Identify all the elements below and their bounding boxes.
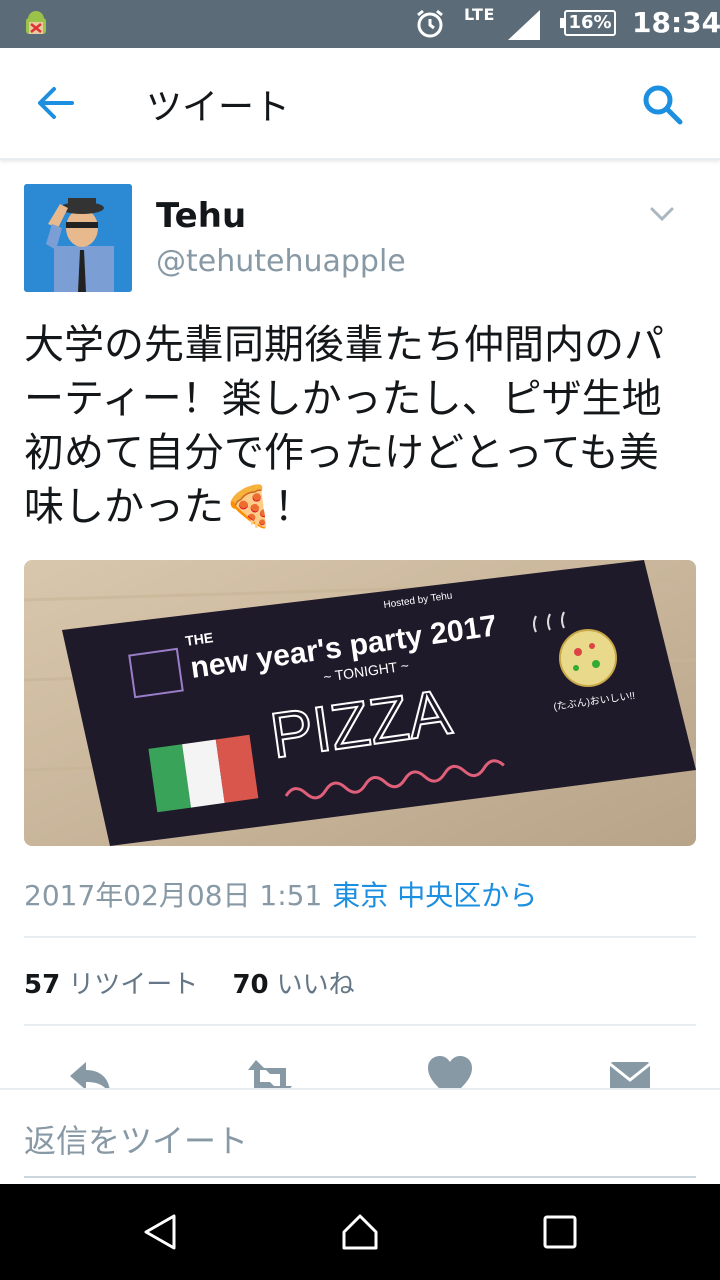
tweet-location-link[interactable]: 東京 中央区から	[332, 879, 537, 912]
like-count: 70	[232, 970, 269, 1000]
back-arrow-icon[interactable]	[30, 83, 80, 123]
user-display-name[interactable]: Tehu	[156, 196, 246, 236]
page-title: ツイート	[146, 87, 291, 128]
divider	[24, 1024, 696, 1026]
tweet-actions	[0, 1048, 720, 1088]
divider	[24, 936, 696, 938]
tweet-timestamp: 2017年02月08日 1:51	[24, 879, 323, 912]
engagement-counts: 57 リツイート 70 いいね	[24, 964, 381, 1001]
retweet-count-label: リツイート	[68, 970, 199, 1000]
network-type: LTE	[464, 5, 495, 24]
status-bar: LTE 16% 18:34	[0, 0, 720, 48]
user-handle[interactable]: @tehutehuapple	[156, 244, 406, 279]
party-invitation-image: THE Hosted by Tehu new year's party 2017…	[24, 560, 696, 846]
tweet-photo[interactable]: THE Hosted by Tehu new year's party 2017…	[24, 560, 696, 846]
battery-indicator: 16%	[560, 10, 616, 36]
like-heart-icon[interactable]	[426, 1054, 474, 1088]
nav-recents-icon[interactable]	[540, 1212, 580, 1252]
retweet-icon[interactable]	[246, 1054, 294, 1088]
search-icon[interactable]	[638, 80, 686, 128]
system-nav-bar	[0, 1184, 720, 1280]
android-debug-icon	[26, 11, 46, 34]
reply-icon[interactable]	[66, 1054, 114, 1088]
retweet-count: 57	[24, 970, 61, 1000]
tweet-meta: 2017年02月08日 1:51 東京 中央区から	[24, 874, 537, 914]
direct-message-icon[interactable]	[606, 1054, 654, 1088]
retweet-count-group[interactable]: 57 リツイート	[24, 970, 198, 1000]
app-header: ツイート	[0, 48, 720, 160]
reply-bar: 返信をツイート	[0, 1088, 720, 1186]
reply-input[interactable]: 返信をツイート	[24, 1116, 696, 1178]
like-count-label: いいね	[276, 970, 355, 1000]
nav-back-icon[interactable]	[140, 1212, 180, 1252]
nav-home-icon[interactable]	[340, 1212, 380, 1252]
chevron-down-icon[interactable]	[648, 200, 676, 228]
clock: 18:34	[632, 6, 720, 39]
avatar[interactable]	[24, 184, 132, 292]
tweet-text: 大学の先輩同期後輩たち仲間内のパーティー！楽しかったし、ピザ生地初めて自分で作っ…	[24, 322, 664, 530]
like-count-group[interactable]: 70 いいね	[232, 970, 354, 1000]
avatar-image	[24, 184, 132, 292]
alarm-icon	[417, 9, 443, 38]
signal-icon	[508, 10, 540, 40]
